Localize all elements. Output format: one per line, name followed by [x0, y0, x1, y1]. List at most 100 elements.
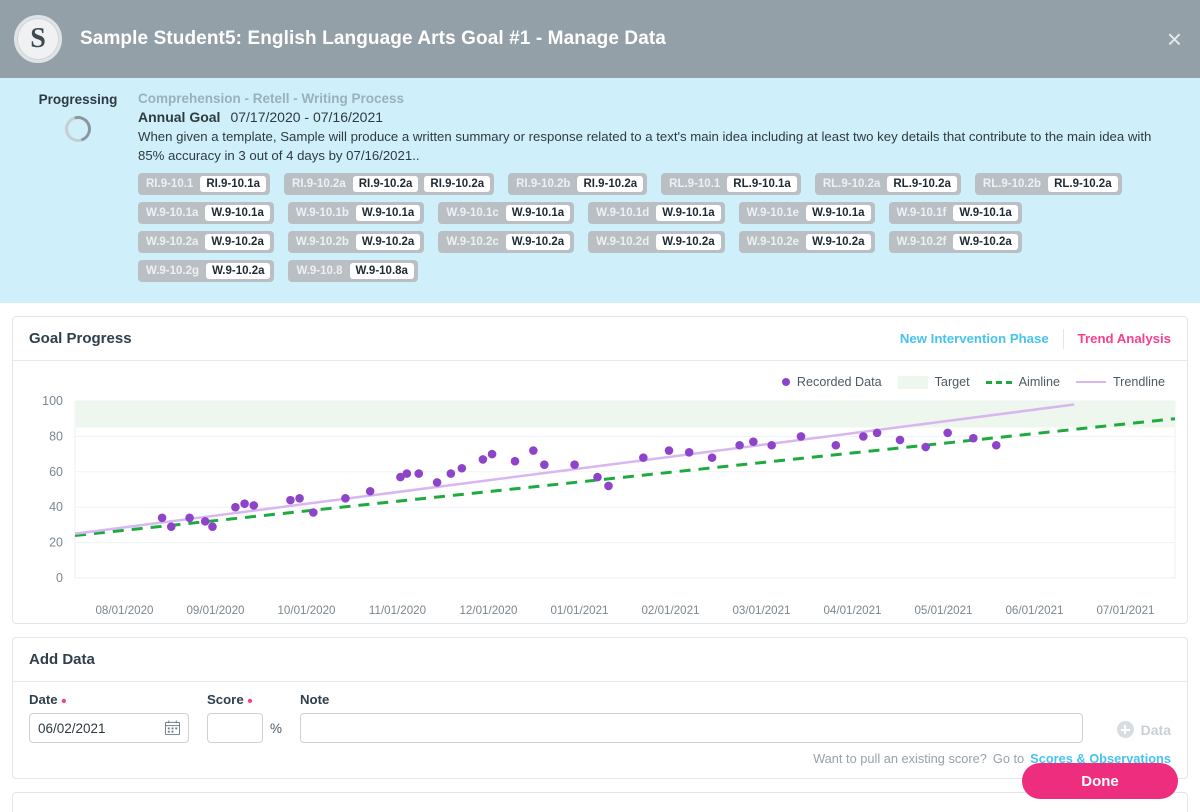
standard-tag[interactable]: RI.9-10.2a RI.9-10.2a RI.9-10.2a [284, 173, 495, 196]
legend-marker-icon [897, 375, 928, 389]
data-point [872, 428, 882, 438]
data-point [831, 441, 841, 450]
standard-tag[interactable]: W.9-10.2c W.9-10.2a [438, 231, 575, 254]
aligned-standard-code: W.9-10.1a [355, 205, 421, 222]
standard-tag[interactable]: W.9-10.8 W.9-10.8a [288, 260, 418, 283]
standard-tag[interactable]: W.9-10.2f W.9-10.2a [888, 231, 1022, 254]
data-point [446, 469, 456, 479]
standard-tag[interactable]: RI.9-10.1 RI.9-10.1a [138, 173, 271, 196]
add-data-button[interactable]: Data [1116, 721, 1171, 739]
trend-analysis-button[interactable]: Trend Analysis [1078, 331, 1171, 346]
standard-tag[interactable]: W.9-10.1f W.9-10.1a [888, 202, 1022, 225]
data-point [402, 469, 412, 479]
legend-label: Recorded Data [796, 375, 882, 390]
data-point [432, 478, 442, 488]
standard-tag[interactable]: RL.9-10.2a RL.9-10.2a [814, 173, 961, 196]
aligned-standard-code: RI.9-10.2a [424, 176, 491, 193]
add-data-card: Add Data Date • 06/02/2021 Score • % Not… [12, 637, 1188, 780]
calendar-icon[interactable] [165, 720, 180, 736]
standards-list: RI.9-10.1 RI.9-10.1a RI.9-10.2a RI.9-10.2a R… [138, 173, 1182, 283]
standard-code: W.9-10.1b [295, 207, 349, 220]
x-tick-label: 09/01/2020 [186, 604, 245, 618]
legend-label: Target [934, 375, 970, 390]
standard-code: RL.9-10.2b [982, 178, 1042, 191]
data-point [943, 428, 952, 438]
standard-tag[interactable]: W.9-10.1a W.9-10.1a [138, 202, 274, 225]
data-point [200, 517, 210, 526]
standard-tag[interactable]: W.9-10.1e W.9-10.1a [738, 202, 875, 225]
standard-tag[interactable]: RL.9-10.2b RL.9-10.2a [974, 173, 1122, 196]
chart-legend: Recorded Data Target Aimline Trendline [19, 369, 1177, 395]
goal-area-label: Comprehension - Retell - Writing Process [138, 91, 405, 106]
x-tick-label: 07/01/2021 [1096, 604, 1155, 618]
y-tick-label: 40 [49, 500, 63, 514]
aligned-standard-code: W.9-10.1a [806, 205, 871, 222]
legend-label: Trendline [1112, 375, 1165, 390]
goal-status: Progressing [18, 90, 138, 289]
goal-progress-card: Goal Progress New Intervention Phase Tre… [12, 316, 1188, 625]
aligned-standard-code: W.9-10.1a [205, 205, 270, 222]
standard-tag[interactable]: W.9-10.2b W.9-10.2a [287, 231, 425, 254]
data-point [166, 522, 176, 532]
add-data-header: Add Data [13, 638, 1187, 683]
standard-code: W.9-10.1a [146, 207, 199, 220]
date-label-text: Date [29, 692, 58, 708]
data-point [157, 513, 167, 523]
standard-tag[interactable]: W.9-10.1d W.9-10.1a [588, 202, 725, 225]
standard-tag[interactable]: RI.9-10.2b RI.9-10.2a [508, 173, 648, 196]
aligned-standard-code: RI.9-10.1a [200, 176, 267, 193]
avatar: S [14, 15, 62, 63]
standard-code: W.9-10.2e [746, 236, 800, 249]
aligned-standard-code: W.9-10.2a [355, 234, 421, 251]
standard-code: W.9-10.2a [146, 236, 199, 249]
y-tick-label: 80 [49, 430, 63, 444]
standard-code: RI.9-10.2b [516, 178, 571, 191]
go-to-text: Go to [992, 751, 1025, 767]
done-button[interactable]: Done [1022, 763, 1178, 799]
aligned-standard-code: W.9-10.2a [806, 234, 871, 251]
legend-item: Recorded Data [781, 375, 882, 390]
add-data-title: Add Data [29, 651, 95, 669]
goal-description: When given a template, Sample will produ… [138, 129, 1152, 164]
standard-code: W.9-10.1d [596, 207, 650, 220]
data-point [570, 460, 579, 470]
new-intervention-phase-button[interactable]: New Intervention Phase [900, 331, 1049, 346]
standard-code: W.9-10.1c [446, 207, 499, 220]
goal-progress-title: Goal Progress [29, 330, 132, 348]
standard-tag[interactable]: W.9-10.2g W.9-10.2a [138, 260, 275, 283]
data-point [414, 469, 424, 479]
score-label-text: Score [207, 692, 244, 708]
data-point [969, 434, 978, 443]
standard-tag[interactable]: W.9-10.2a W.9-10.2a [138, 231, 274, 254]
data-point [540, 460, 549, 470]
standard-tag[interactable]: RL.9-10.1 RL.9-10.1a [661, 173, 801, 196]
x-tick-label: 02/01/2021 [641, 604, 700, 618]
goal-dates: Annual Goal 07/17/2020 - 07/16/2021 [138, 109, 1182, 125]
progress-chart: 0 20 40 60 80 100 [42, 395, 1176, 585]
data-point [208, 522, 217, 532]
score-input[interactable] [207, 713, 263, 744]
standard-tag[interactable]: W.9-10.2d W.9-10.2a [588, 231, 725, 254]
standard-code: W.9-10.2g [146, 265, 200, 278]
plus-circle-icon [1116, 721, 1134, 739]
standard-tag[interactable]: W.9-10.1c W.9-10.1a [438, 202, 575, 225]
data-point [529, 446, 538, 456]
aligned-standard-code: RI.9-10.2a [577, 176, 644, 193]
date-field-group: Date • [29, 692, 189, 744]
goal-progress-actions: New Intervention Phase Trend Analysis [900, 328, 1171, 349]
standard-code: W.9-10.1e [746, 207, 800, 220]
note-input[interactable] [300, 713, 1083, 744]
standards-row: RI.9-10.1 RI.9-10.1a RI.9-10.2a RI.9-10.2a R… [138, 173, 1182, 196]
x-tick-label: 03/01/2021 [732, 604, 791, 618]
data-point [639, 453, 648, 463]
close-icon[interactable]: × [1167, 26, 1182, 52]
standard-tag[interactable]: W.9-10.1b W.9-10.1a [287, 202, 425, 225]
standard-tag[interactable]: W.9-10.2e W.9-10.2a [738, 231, 875, 254]
chart-body: Recorded Data Target Aimline Trendline 0 20 4… [13, 361, 1187, 623]
data-point [796, 432, 806, 441]
data-point [735, 441, 744, 450]
date-input-wrap [29, 713, 189, 744]
data-point [707, 453, 717, 463]
progress-ring-icon [60, 111, 96, 147]
data-point [295, 494, 304, 503]
